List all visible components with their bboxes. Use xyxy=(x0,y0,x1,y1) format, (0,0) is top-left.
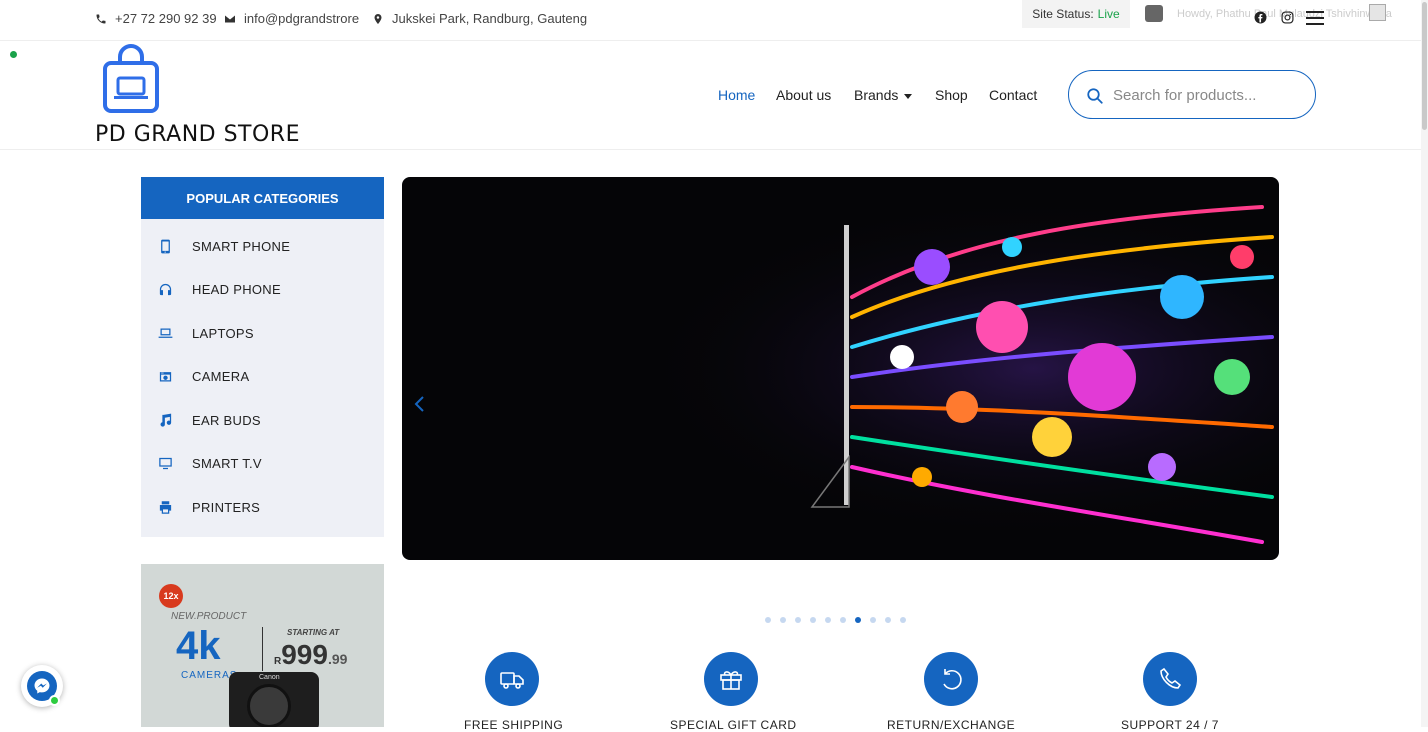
feature-label: SPECIAL GIFT CARD xyxy=(670,718,797,732)
headphones-icon xyxy=(159,283,172,295)
category-label: SMART T.V xyxy=(192,455,262,471)
status-dot xyxy=(10,51,17,58)
messenger-chat-button[interactable] xyxy=(21,665,63,707)
phone-contact[interactable]: +27 72 290 92 39 xyxy=(95,11,217,26)
promo-price-main: 999 xyxy=(281,639,328,670)
site-status-value: Live xyxy=(1097,7,1120,21)
slider-dot[interactable] xyxy=(825,617,831,623)
map-pin-icon xyxy=(374,13,382,24)
promo-price: R999.99 xyxy=(274,639,347,671)
slider-dot[interactable] xyxy=(795,617,801,623)
category-label: LAPTOPS xyxy=(192,325,254,341)
product-search[interactable] xyxy=(1068,70,1316,119)
scrollbar-thumb[interactable] xyxy=(1422,2,1427,130)
category-laptops[interactable]: LAPTOPS xyxy=(141,318,384,348)
address-text: Jukskei Park, Randburg, Gauteng xyxy=(392,11,588,26)
envelope-icon xyxy=(225,15,235,22)
slider-dot[interactable] xyxy=(840,617,846,623)
smartphone-icon xyxy=(161,239,170,253)
gift-icon xyxy=(720,671,742,690)
category-smart-tv[interactable]: SMART T.V xyxy=(141,448,384,478)
user-avatar[interactable] xyxy=(1369,4,1386,21)
slider-dots xyxy=(765,617,906,623)
slider-dot[interactable] xyxy=(855,617,861,623)
top-bar: +27 72 290 92 39 info@pdgrandstrore Juks… xyxy=(0,0,1428,41)
search-icon xyxy=(1087,88,1103,104)
site-status[interactable]: Site Status: Live xyxy=(1022,0,1130,28)
email-contact[interactable]: info@pdgrandstrore xyxy=(224,11,359,26)
categories-title: POPULAR CATEGORIES xyxy=(141,177,384,219)
tv-hero-image xyxy=(402,177,1279,560)
slider-dot[interactable] xyxy=(780,617,786,623)
free-shipping-badge xyxy=(485,652,539,706)
camera-icon xyxy=(159,371,172,381)
email-text: info@pdgrandstrore xyxy=(244,11,360,26)
gift-card-badge xyxy=(704,652,758,706)
category-label: SMART PHONE xyxy=(192,238,291,254)
slider-dot[interactable] xyxy=(900,617,906,623)
return-exchange-badge xyxy=(924,652,978,706)
slider-dot[interactable] xyxy=(885,617,891,623)
online-indicator xyxy=(49,695,60,706)
camera-lens xyxy=(247,684,291,727)
feature-label: RETURN/EXCHANGE xyxy=(887,718,1016,732)
instagram-icon[interactable] xyxy=(1281,11,1294,24)
nav-contact[interactable]: Contact xyxy=(989,87,1037,103)
site-status-label: Site Status: xyxy=(1032,7,1094,21)
category-label: CAMERA xyxy=(192,368,250,384)
category-label: HEAD PHONE xyxy=(192,281,281,297)
slider-dot[interactable] xyxy=(765,617,771,623)
categories-list: SMART PHONE HEAD PHONE LAPTOPS CAMERA EA… xyxy=(141,219,384,537)
slider-prev-arrow-icon[interactable] xyxy=(413,395,427,413)
category-printers[interactable]: PRINTERS xyxy=(141,492,384,522)
truck-icon xyxy=(500,672,524,689)
comment-icon[interactable] xyxy=(1145,5,1163,22)
printer-icon xyxy=(159,500,172,514)
category-head-phone[interactable]: HEAD PHONE xyxy=(141,274,384,304)
slider-dot[interactable] xyxy=(870,617,876,623)
refresh-icon xyxy=(943,669,962,690)
hero-slider[interactable] xyxy=(402,177,1279,560)
category-smart-phone[interactable]: SMART PHONE xyxy=(141,231,384,261)
phone-icon xyxy=(96,14,106,23)
phone-icon xyxy=(1160,667,1182,689)
category-label: PRINTERS xyxy=(192,499,261,515)
slider-dot[interactable] xyxy=(810,617,816,623)
search-input[interactable] xyxy=(1113,83,1303,107)
shopping-bag-logo-icon[interactable] xyxy=(103,43,159,113)
promo-divider xyxy=(262,627,263,671)
promo-tag: NEW.PRODUCT xyxy=(171,611,247,622)
promo-price-cents: .99 xyxy=(327,651,348,667)
support-badge xyxy=(1143,652,1197,706)
address-contact: Jukskei Park, Randburg, Gauteng xyxy=(372,11,587,26)
nav-brands[interactable]: Brands xyxy=(854,87,913,103)
caret-down-icon xyxy=(904,93,913,99)
camera-brand-text: Canon xyxy=(259,674,280,681)
feature-label: SUPPORT 24 / 7 xyxy=(1121,718,1219,732)
laptop-icon xyxy=(158,328,173,338)
promo-starting-label: STARTING AT xyxy=(287,628,340,637)
brand-name[interactable]: PD GRAND STORE xyxy=(95,122,300,147)
header-divider xyxy=(0,149,1428,150)
category-camera[interactable]: CAMERA xyxy=(141,361,384,391)
hamburger-menu-icon[interactable] xyxy=(1306,11,1324,25)
tv-icon xyxy=(159,457,172,469)
feature-label: FREE SHIPPING xyxy=(464,718,564,732)
camera-promo-banner[interactable]: 12x NEW.PRODUCT 4k CAMERAS STARTING AT R… xyxy=(141,564,384,727)
phone-text: +27 72 290 92 39 xyxy=(115,11,217,26)
nav-about-us[interactable]: About us xyxy=(776,87,831,103)
page-scrollbar[interactable] xyxy=(1421,0,1428,727)
nav-brands-label: Brands xyxy=(854,87,899,103)
nav-home[interactable]: Home xyxy=(718,87,755,103)
music-note-icon xyxy=(160,413,172,427)
promo-headline: 4k xyxy=(176,624,221,668)
facebook-icon[interactable] xyxy=(1254,11,1267,24)
nav-shop[interactable]: Shop xyxy=(935,87,968,103)
promo-badge: 12x xyxy=(159,584,183,608)
category-label: EAR BUDS xyxy=(192,412,261,428)
category-ear-buds[interactable]: EAR BUDS xyxy=(141,405,384,435)
